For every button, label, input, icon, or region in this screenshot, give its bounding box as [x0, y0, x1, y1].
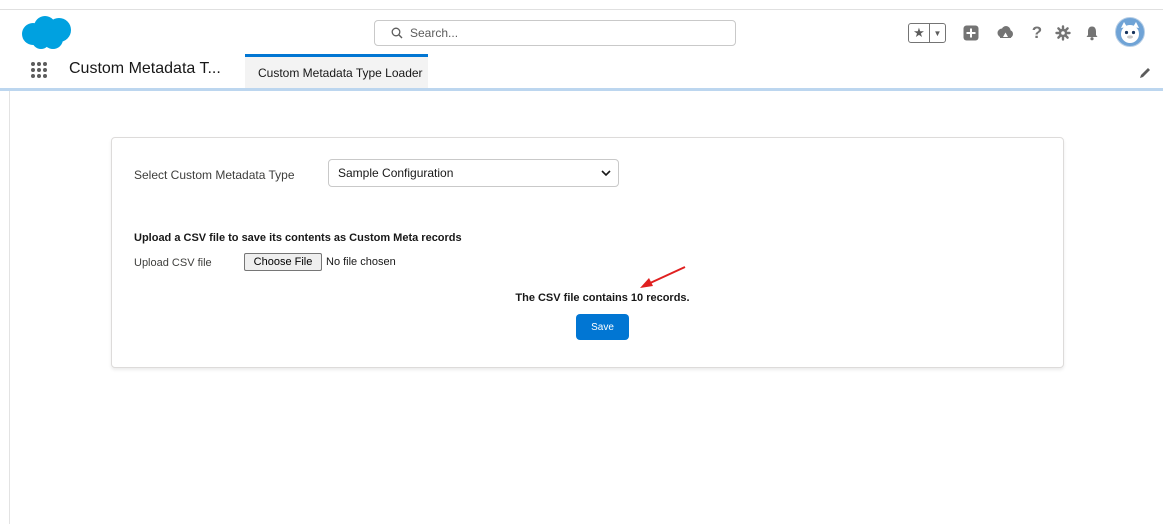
- save-button[interactable]: Save: [576, 314, 629, 340]
- setup-gear-icon[interactable]: [1054, 24, 1072, 42]
- search-placeholder: Search...: [410, 26, 459, 40]
- favorites-button-group[interactable]: ★ ▼: [908, 23, 946, 43]
- select-value: Sample Configuration: [338, 166, 454, 180]
- trailhead-icon[interactable]: [996, 24, 1014, 42]
- favorites-star-icon[interactable]: ★: [909, 24, 930, 42]
- upload-heading: Upload a CSV file to save its contents a…: [134, 232, 462, 244]
- search-icon: [391, 27, 403, 39]
- chevron-down-icon[interactable]: ▼: [930, 24, 945, 42]
- choose-file-button[interactable]: Choose File: [244, 253, 322, 271]
- tab-custom-metadata-type-loader[interactable]: Custom Metadata Type Loader: [245, 54, 428, 88]
- app-launcher-icon[interactable]: [30, 61, 48, 79]
- global-search-input[interactable]: Search...: [374, 20, 736, 46]
- help-icon[interactable]: ?: [1028, 23, 1046, 42]
- record-count-message: The CSV file contains 10 records.: [515, 292, 690, 304]
- notifications-bell-icon[interactable]: [1083, 24, 1101, 42]
- annotation-arrow: [640, 266, 686, 288]
- loader-card: Select Custom Metadata Type Sample Confi…: [111, 137, 1064, 368]
- top-border: [0, 9, 1163, 10]
- app-name: Custom Metadata T...: [69, 60, 221, 77]
- upload-csv-label: Upload CSV file: [134, 257, 212, 269]
- tab-label: Custom Metadata Type Loader: [258, 65, 423, 80]
- chevron-down-icon: [601, 170, 611, 177]
- nav-bottom-border: [0, 88, 1163, 91]
- user-avatar[interactable]: [1115, 17, 1145, 47]
- select-type-label: Select Custom Metadata Type: [134, 168, 295, 182]
- metadata-type-select[interactable]: Sample Configuration: [328, 159, 619, 187]
- salesforce-cloud-logo[interactable]: [19, 15, 75, 51]
- add-icon[interactable]: [962, 24, 980, 42]
- left-border: [9, 88, 10, 524]
- file-status-text: No file chosen: [326, 256, 396, 268]
- edit-pencil-icon[interactable]: [1138, 66, 1152, 80]
